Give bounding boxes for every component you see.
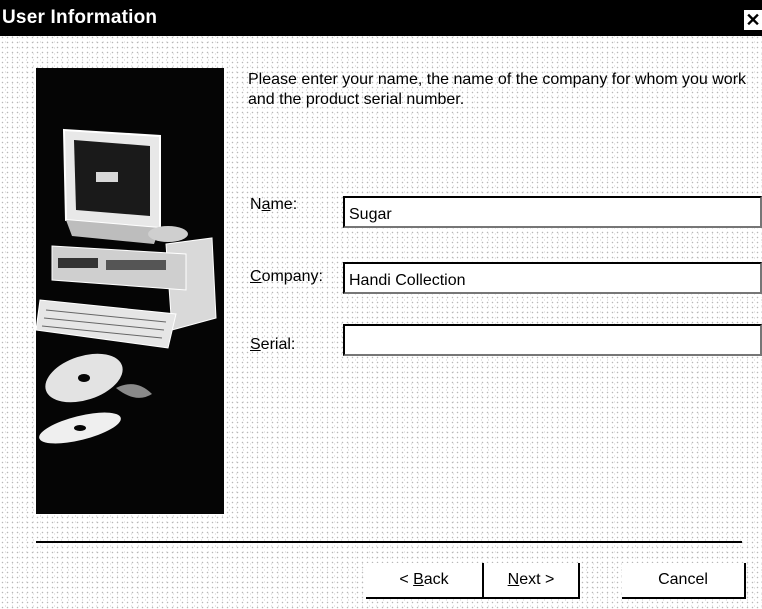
- name-label: Name:: [250, 196, 298, 213]
- cancel-button[interactable]: Cancel: [622, 563, 746, 599]
- back-button[interactable]: < Back: [366, 563, 484, 599]
- name-field[interactable]: [343, 196, 762, 228]
- title-bar[interactable]: User Information ✕: [0, 0, 762, 36]
- serial-label: Serial:: [250, 336, 296, 353]
- serial-field[interactable]: [343, 324, 762, 356]
- user-information-dialog: User Information ✕ Please enter your nam…: [0, 0, 762, 609]
- close-icon: ✕: [745, 10, 761, 30]
- close-button[interactable]: ✕: [744, 10, 762, 30]
- company-field[interactable]: [343, 262, 762, 294]
- setup-illustration: [36, 68, 224, 514]
- computer-illustration: [36, 68, 224, 514]
- next-button[interactable]: Next >: [484, 563, 580, 599]
- instructions-text: Please enter your name, the name of the …: [248, 71, 747, 108]
- window-title: User Information: [2, 7, 158, 28]
- button-separator: [36, 541, 742, 543]
- company-label: Company:: [250, 268, 323, 285]
